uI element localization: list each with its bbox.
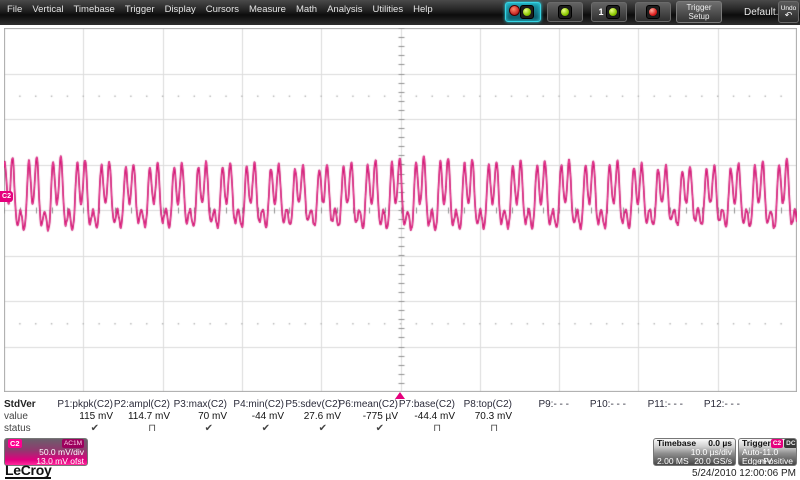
trigger-single-button[interactable]: 1: [591, 2, 627, 22]
red-led-icon: [648, 7, 658, 17]
measurement-p11[interactable]: P11:- - -: [626, 399, 683, 435]
menu-vertical[interactable]: Vertical: [32, 4, 63, 15]
measurement-p5[interactable]: P5:sdev(C2) 27.6 mV ✔: [284, 399, 341, 435]
datetime-label: 5/24/2010 12:00:06 PM: [692, 468, 796, 479]
channel2-badge: C2: [8, 439, 22, 448]
timebase-rate: 20.0 GS/s: [694, 456, 732, 466]
p4-status-icon: ✔: [261, 423, 270, 434]
trigger-setup-button[interactable]: Trigger Setup: [676, 1, 722, 23]
menu-measure[interactable]: Measure: [249, 4, 286, 15]
undo-button[interactable]: Undo ↶: [778, 1, 799, 23]
measurement-p9[interactable]: P9:- - -: [512, 399, 569, 435]
trigger-setup-line1: Trigger: [686, 3, 712, 12]
measurement-p4[interactable]: P4:min(C2) -44 mV ✔: [227, 399, 284, 435]
p1-value: 115 mV: [79, 411, 113, 422]
menu-file[interactable]: File: [7, 4, 22, 15]
trigger-normal-button[interactable]: [547, 2, 583, 22]
trigger-auto-button[interactable]: [505, 2, 541, 22]
oscilloscope-screen: File Vertical Timebase Trigger Display C…: [0, 0, 800, 480]
measurement-row-labels: StdVer value status: [4, 399, 56, 435]
menu-math[interactable]: Math: [296, 4, 317, 15]
status-row-label: status: [4, 423, 31, 434]
p12-status-icon: [726, 423, 740, 435]
p6-label: P6:mean(C2): [338, 399, 398, 410]
menu-utilities[interactable]: Utilities: [372, 4, 403, 15]
lecroy-logo: LeCroy: [5, 462, 52, 479]
auto-clock-icon: [509, 5, 520, 16]
green-led-icon: [607, 7, 618, 17]
p8-value: 70.3 mV: [474, 411, 512, 422]
p7-label: P7:base(C2): [398, 399, 455, 410]
trigger-descriptor-box[interactable]: Trigger C2 DC Auto -11.0 mV Edge Positiv…: [738, 438, 797, 466]
p3-label: P3:max(C2): [173, 399, 227, 410]
p10-label: P10:- - -: [589, 399, 626, 410]
measurement-p1[interactable]: P1:pkpk(C2) 115 mV ✔: [56, 399, 113, 435]
p9-status-icon: [555, 423, 569, 435]
trigger-coupling-badge: DC: [784, 439, 796, 448]
measurement-p3[interactable]: P3:max(C2) 70 mV ✔: [170, 399, 227, 435]
p5-status-icon: ✔: [318, 423, 327, 434]
led-socket: [646, 5, 660, 19]
p1-status-icon: ✔: [90, 423, 99, 434]
p6-value: -775 µV: [362, 411, 398, 422]
p1-label: P1:pkpk(C2): [57, 399, 113, 410]
p3-value: 70 mV: [198, 411, 227, 422]
channel2-zero-level-marker[interactable]: C2: [0, 191, 13, 202]
measure-set-label: StdVer: [4, 399, 36, 410]
p5-value: 27.6 mV: [303, 411, 341, 422]
timebase-descriptor-box[interactable]: Timebase 0.0 µs 10.0 µs/div 2.00 MS 20.0…: [653, 438, 736, 466]
measurement-p8[interactable]: P8:top(C2) 70.3 mV ⊓: [455, 399, 512, 435]
measurement-table: StdVer value status P1:pkpk(C2) 115 mV ✔…: [4, 399, 740, 435]
p11-label: P11:- - -: [647, 399, 683, 410]
trigger-type: Edge: [742, 456, 762, 466]
p6-status-icon: ✔: [375, 423, 384, 434]
value-row-label: value: [4, 411, 28, 422]
p8-label: P8:top(C2): [463, 399, 512, 410]
measurement-p12[interactable]: P12:- - -: [683, 399, 740, 435]
p3-status-icon: ✔: [204, 423, 213, 434]
led-socket: [520, 5, 534, 19]
menu-cursors[interactable]: Cursors: [206, 4, 239, 15]
green-led-icon: [522, 7, 532, 17]
p10-status-icon: [612, 423, 626, 435]
single-digit-label: 1: [598, 6, 604, 17]
menu-bar: File Vertical Timebase Trigger Display C…: [7, 4, 433, 15]
waveform-display[interactable]: [4, 28, 797, 392]
p7-status-icon: ⊓: [433, 423, 441, 434]
trigger-stop-button[interactable]: [635, 2, 671, 22]
trigger-slope: Positive: [763, 456, 793, 466]
menu-analysis[interactable]: Analysis: [327, 4, 362, 15]
menu-help[interactable]: Help: [413, 4, 433, 15]
measurement-p10[interactable]: P10:- - -: [569, 399, 626, 435]
timebase-samples: 2.00 MS: [657, 456, 689, 466]
setup-name-label: Default.: [744, 7, 779, 18]
undo-arrow-icon: ↶: [784, 10, 793, 21]
menu-trigger[interactable]: Trigger: [125, 4, 155, 15]
p4-label: P4:min(C2): [233, 399, 284, 410]
p2-value: 114.7 mV: [127, 411, 170, 422]
led-socket: [605, 5, 620, 19]
measurement-p7[interactable]: P7:base(C2) -44.4 mV ⊓: [398, 399, 455, 435]
p9-label: P9:- - -: [538, 399, 569, 410]
p12-label: P12:- - -: [703, 399, 740, 410]
led-socket: [558, 5, 572, 19]
green-led-icon: [560, 7, 570, 17]
menu-timebase[interactable]: Timebase: [73, 4, 114, 15]
p4-value: -44 mV: [251, 411, 284, 422]
trigger-time-marker[interactable]: [395, 392, 405, 399]
p5-label: P5:sdev(C2): [285, 399, 341, 410]
p2-status-icon: ⊓: [148, 423, 156, 434]
p7-value: -44.4 mV: [414, 411, 455, 422]
measurement-p2[interactable]: P2:ampl(C2) 114.7 mV ⊓: [113, 399, 170, 435]
p8-status-icon: ⊓: [490, 423, 498, 434]
measurement-p6[interactable]: P6:mean(C2) -775 µV ✔: [338, 399, 398, 435]
trigger-setup-line2: Setup: [688, 12, 710, 21]
top-menu-bar: File Vertical Timebase Trigger Display C…: [0, 0, 800, 25]
p11-status-icon: [669, 423, 683, 435]
menu-display[interactable]: Display: [165, 4, 196, 15]
p2-label: P2:ampl(C2): [113, 399, 170, 410]
